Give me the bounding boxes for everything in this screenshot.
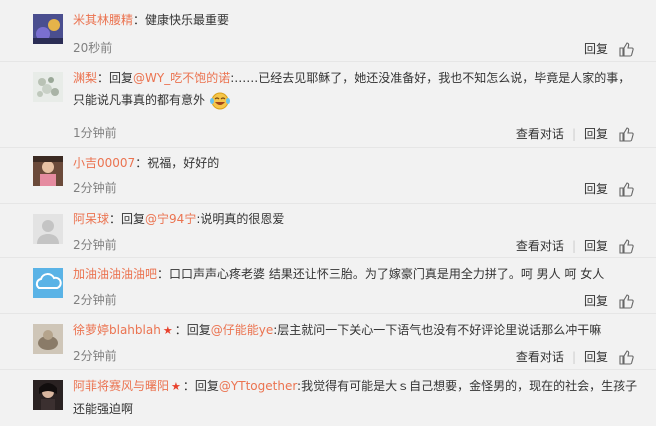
separator: ： bbox=[135, 156, 148, 170]
comment-item: 小吉00007：祝福，好好的 2分钟前 回复 bbox=[0, 148, 656, 204]
like-icon[interactable] bbox=[618, 181, 634, 197]
username[interactable]: 徐萝婷blahblah bbox=[73, 323, 161, 337]
timestamp: 2分钟前 bbox=[73, 349, 117, 363]
reply-prefix: 回复 bbox=[121, 212, 146, 226]
comment-item: 徐萝婷blahblah ★ ：回复@仔能能ye:层主就问一下关心一下语气也没有不好评… bbox=[0, 314, 656, 370]
separator: ： bbox=[133, 13, 146, 27]
mention-link[interactable]: @YTtogether bbox=[219, 379, 297, 393]
separator: ： bbox=[182, 379, 195, 393]
avatar[interactable] bbox=[33, 268, 63, 298]
vip-star-icon: ★ bbox=[162, 324, 173, 337]
mention-link[interactable]: @仔能能ye bbox=[211, 323, 274, 337]
timestamp: 2分钟前 bbox=[73, 238, 117, 252]
avatar[interactable] bbox=[33, 72, 63, 102]
reply-prefix: 回复 bbox=[109, 71, 134, 85]
comment-text: :我觉得有可能是大ｓ自己想要，金怪男的，现在的社会，生孩子 bbox=[297, 379, 638, 393]
comment-item: 阿呆球：回复@宁94宁:说明真的很恩爱 2分钟前 查看对话 | 回复 bbox=[0, 204, 656, 258]
separator: ： bbox=[97, 71, 110, 85]
reply-button[interactable]: 回复 bbox=[584, 292, 608, 309]
separator: ： bbox=[174, 323, 187, 337]
laughing-tears-emoji-icon bbox=[209, 92, 231, 110]
reply-button[interactable]: 回复 bbox=[584, 40, 608, 57]
reply-button[interactable]: 回复 bbox=[584, 237, 608, 254]
comment-text: 健康快乐最重要 bbox=[145, 13, 230, 27]
like-icon[interactable] bbox=[618, 238, 634, 254]
reply-button[interactable]: 回复 bbox=[584, 180, 608, 197]
mention-link[interactable]: @WY_吃不饱的诺 bbox=[133, 71, 230, 85]
timestamp: 20秒前 bbox=[73, 41, 113, 55]
timestamp: 2分钟前 bbox=[73, 181, 117, 195]
like-icon[interactable] bbox=[618, 349, 634, 365]
username[interactable]: 渊梨 bbox=[73, 71, 97, 85]
comment-feed: 米其林腰精：健康快乐最重要 20秒前 回复 渊梨：回复@WY_吃不饱的诺:……已… bbox=[0, 0, 656, 426]
view-conversation-button[interactable]: 查看对话 bbox=[516, 348, 564, 365]
mention-link[interactable]: @宁94宁 bbox=[145, 212, 196, 226]
comment-item: 米其林腰精：健康快乐最重要 20秒前 回复 bbox=[0, 0, 656, 62]
separator: ： bbox=[157, 267, 170, 281]
username[interactable]: 阿菲将赛风与曙阳 bbox=[73, 379, 169, 393]
comment-text: 口口声声心疼老婆 结果还让怀三胎。为了嫁豪门真是用全力拼了。呵 男人 呵 女人 bbox=[169, 267, 605, 281]
comment-text-continued: 还能强迫啊 bbox=[73, 402, 134, 416]
comment-text: :说明真的很恩爱 bbox=[196, 212, 285, 226]
username[interactable]: 阿呆球 bbox=[73, 212, 109, 226]
timestamp: 1分钟前 bbox=[73, 126, 117, 140]
comment-text: :……已经去见耶稣了，她还没准备好，我也不知怎么说，毕竟是人家的事， bbox=[230, 71, 631, 85]
avatar[interactable] bbox=[33, 324, 63, 354]
comment-item: 渊梨：回复@WY_吃不饱的诺:……已经去见耶稣了，她还没准备好，我也不知怎么说，… bbox=[0, 62, 656, 148]
comment-text: :层主就问一下关心一下语气也没有不好评论里说话那么冲干嘛 bbox=[273, 323, 602, 337]
avatar[interactable] bbox=[33, 214, 63, 244]
reply-button[interactable]: 回复 bbox=[584, 125, 608, 142]
reply-button[interactable]: 回复 bbox=[584, 348, 608, 365]
separator: ： bbox=[109, 212, 122, 226]
timestamp: 2分钟前 bbox=[73, 293, 117, 307]
username[interactable]: 小吉00007 bbox=[73, 156, 135, 170]
username[interactable]: 米其林腰精 bbox=[73, 13, 133, 27]
divider: | bbox=[571, 238, 576, 253]
like-icon[interactable] bbox=[618, 126, 634, 142]
reply-prefix: 回复 bbox=[186, 323, 211, 337]
comment-text: 祝福，好好的 bbox=[147, 156, 220, 170]
reply-prefix: 回复 bbox=[194, 379, 219, 393]
avatar[interactable] bbox=[33, 14, 63, 44]
avatar[interactable] bbox=[33, 380, 63, 410]
comment-item: 阿菲将赛风与曙阳 ★ ：回复@YTtogether:我觉得有可能是大ｓ自己想要，金怪… bbox=[0, 370, 656, 426]
view-conversation-button[interactable]: 查看对话 bbox=[516, 237, 564, 254]
divider: | bbox=[571, 126, 576, 141]
like-icon[interactable] bbox=[618, 293, 634, 309]
username[interactable]: 加油油油油油吧 bbox=[73, 267, 157, 281]
avatar[interactable] bbox=[33, 156, 63, 186]
comment-item: 加油油油油油吧：口口声声心疼老婆 结果还让怀三胎。为了嫁豪门真是用全力拼了。呵 … bbox=[0, 258, 656, 314]
view-conversation-button[interactable]: 查看对话 bbox=[516, 125, 564, 142]
vip-star-icon: ★ bbox=[171, 380, 181, 393]
like-icon[interactable] bbox=[618, 41, 634, 57]
divider: | bbox=[571, 349, 576, 364]
comment-text-continued: 只能说凡事真的都有意外 bbox=[73, 93, 206, 107]
